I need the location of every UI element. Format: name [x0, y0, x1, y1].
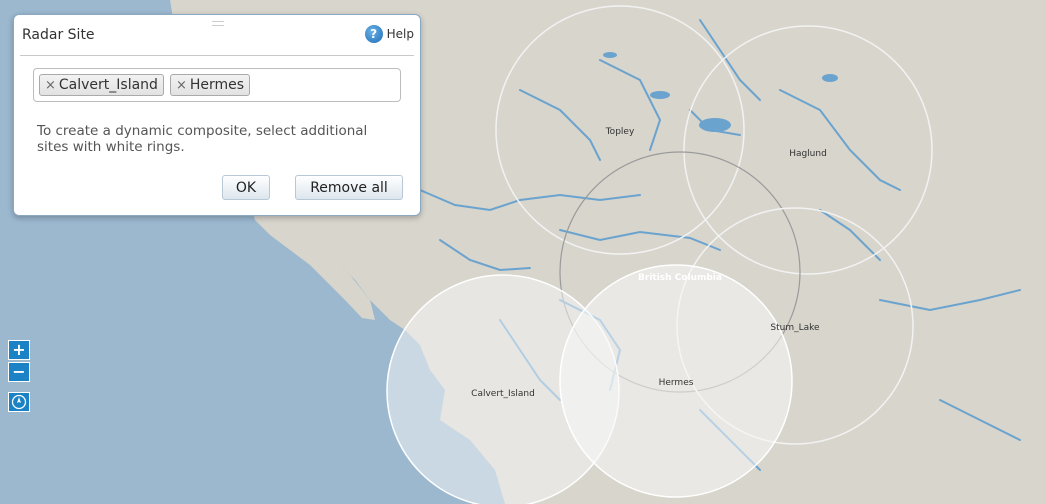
site-chip: × Hermes: [169, 74, 251, 96]
remove-all-button[interactable]: Remove all: [295, 175, 403, 200]
chip-label: Hermes: [189, 77, 245, 93]
site-label-hermes: Hermes: [659, 378, 694, 388]
remove-chip-icon[interactable]: ×: [45, 78, 56, 93]
divider: [20, 55, 414, 56]
dialog-title: Radar Site: [22, 27, 95, 43]
compass-icon: [11, 394, 27, 410]
site-label-calvert-island: Calvert_Island: [471, 389, 535, 399]
site-label-stum-lake: Stum_Lake: [770, 323, 820, 333]
remove-chip-icon[interactable]: ×: [176, 78, 187, 93]
region-label: British Columbia: [638, 273, 722, 283]
site-label-topley: Topley: [605, 127, 635, 137]
chip-label: Calvert_Island: [58, 77, 158, 93]
zoom-in-button[interactable]: +: [8, 340, 30, 360]
help-link[interactable]: ? Help: [364, 25, 414, 43]
site-multiselect[interactable]: × Calvert_Island × Hermes: [33, 68, 401, 102]
site-label-haglund: Haglund: [789, 149, 827, 159]
help-label: Help: [386, 27, 414, 41]
drag-handle[interactable]: [212, 21, 224, 26]
radar-site-dialog: Radar Site ? Help × Calvert_Island × Her…: [13, 14, 421, 216]
help-icon: ?: [364, 25, 383, 43]
compass-button[interactable]: [8, 392, 30, 412]
ok-button[interactable]: OK: [222, 175, 270, 200]
zoom-out-button[interactable]: −: [8, 362, 30, 382]
instruction-text: To create a dynamic composite, select ad…: [37, 123, 368, 155]
site-chip: × Calvert_Island: [39, 74, 164, 96]
